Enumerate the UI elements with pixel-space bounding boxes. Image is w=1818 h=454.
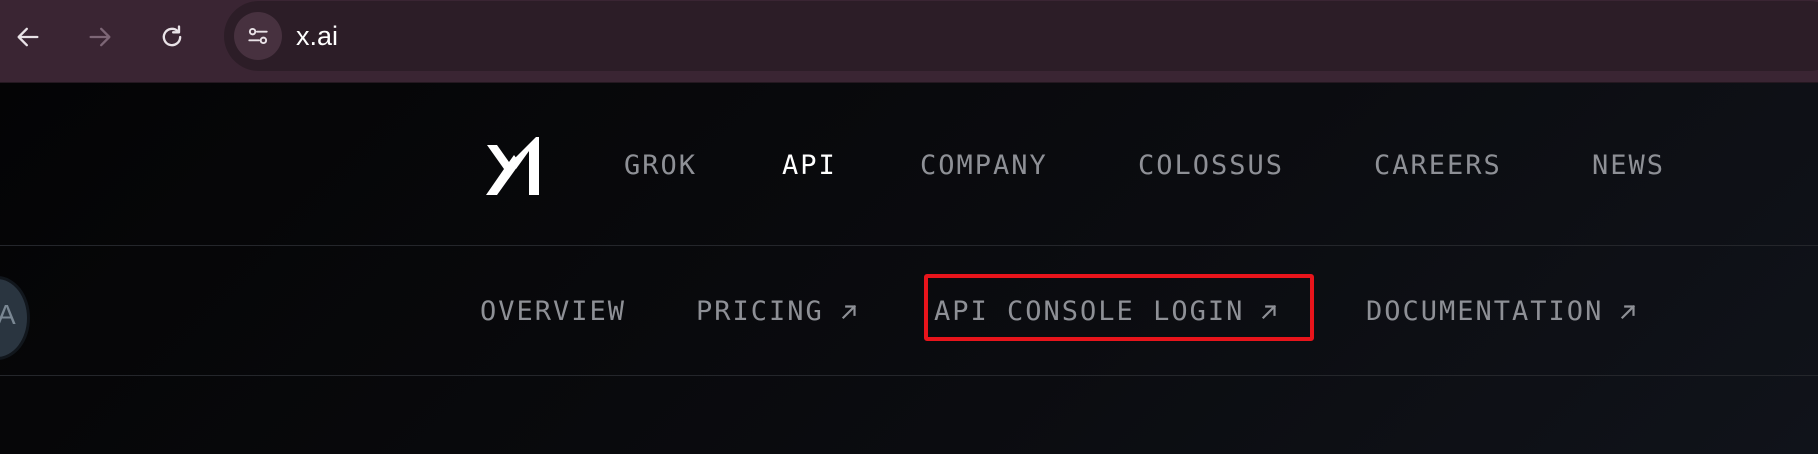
nav-item-company[interactable]: COMPANY bbox=[920, 149, 1048, 183]
forward-button[interactable] bbox=[77, 14, 123, 60]
back-button[interactable] bbox=[5, 14, 51, 60]
subnav-item-label: DOCUMENTATION bbox=[1366, 296, 1604, 327]
nav-divider-bottom bbox=[0, 375, 1818, 376]
subnav-item-label: PRICING bbox=[696, 296, 824, 327]
xai-logo-icon[interactable] bbox=[484, 135, 540, 197]
subnav-item-documentation[interactable]: DOCUMENTATION bbox=[1366, 295, 1639, 329]
external-link-icon bbox=[841, 304, 856, 320]
nav-item-api[interactable]: API bbox=[782, 149, 837, 183]
subnav-item-overview[interactable]: OVERVIEW bbox=[480, 295, 626, 329]
reload-button[interactable] bbox=[149, 14, 195, 60]
avatar[interactable]: A bbox=[0, 276, 30, 360]
subnav-item-pricing[interactable]: PRICING bbox=[696, 295, 860, 329]
highlight-box bbox=[924, 274, 1314, 341]
nav-item-news[interactable]: NEWS bbox=[1592, 149, 1665, 183]
page-content: GROK API COMPANY COLOSSUS CAREERS NEWS A… bbox=[0, 83, 1818, 454]
site-info-button[interactable] bbox=[234, 12, 282, 60]
browser-toolbar: x.ai bbox=[0, 0, 1818, 83]
nav-item-careers[interactable]: CAREERS bbox=[1374, 149, 1502, 183]
reload-icon bbox=[162, 25, 182, 47]
subnav-item-label: OVERVIEW bbox=[480, 296, 627, 327]
avatar-letter: A bbox=[0, 299, 16, 331]
nav-item-colossus[interactable]: COLOSSUS bbox=[1138, 149, 1284, 183]
arrow-left-icon bbox=[17, 27, 39, 47]
nav-item-grok[interactable]: GROK bbox=[624, 149, 697, 183]
nav-divider-top bbox=[0, 245, 1818, 246]
arrow-right-icon bbox=[89, 27, 111, 47]
tune-icon bbox=[248, 27, 268, 45]
external-link-icon bbox=[1621, 304, 1636, 320]
address-bar[interactable]: x.ai bbox=[224, 1, 1818, 71]
url-text[interactable]: x.ai bbox=[296, 19, 338, 53]
